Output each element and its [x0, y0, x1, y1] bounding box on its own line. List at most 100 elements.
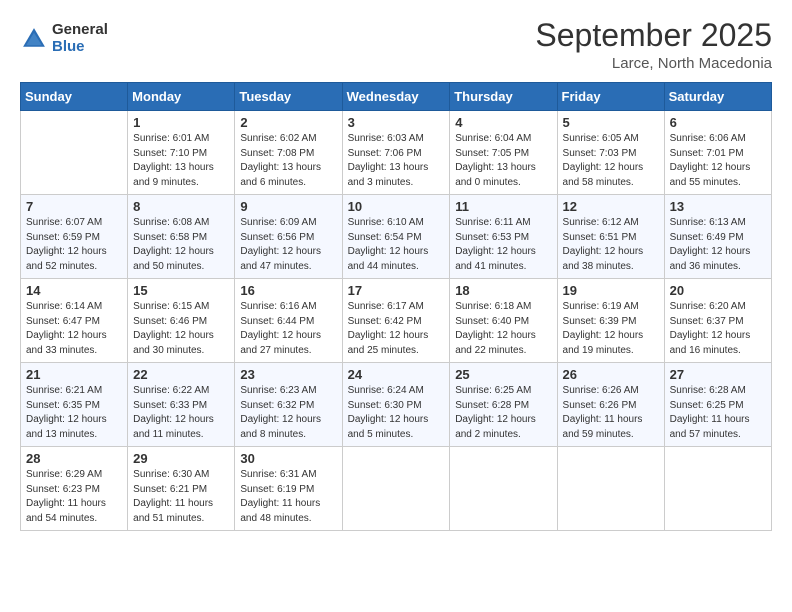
day-number: 13 [670, 199, 766, 214]
calendar-cell: 21 Sunrise: 6:21 AMSunset: 6:35 PMDayligh… [21, 363, 128, 447]
day-info: Sunrise: 6:17 AMSunset: 6:42 PMDaylight:… [348, 300, 445, 358]
day-info: Sunrise: 6:31 AMSunset: 6:19 PMDaylight:… [240, 468, 336, 526]
calendar-cell: 29 Sunrise: 6:30 AMSunset: 6:21 PMDayligh… [128, 447, 235, 531]
calendar-cell: 3 Sunrise: 6:03 AMSunset: 7:06 PMDaylight… [342, 111, 450, 195]
day-number: 12 [563, 199, 659, 214]
day-number: 4 [455, 115, 551, 130]
calendar-cell: 20 Sunrise: 6:20 AMSunset: 6:37 PMDayligh… [664, 279, 771, 363]
day-number: 2 [240, 115, 336, 130]
day-info: Sunrise: 6:16 AMSunset: 6:44 PMDaylight:… [240, 300, 336, 358]
logo: General Blue [20, 22, 108, 55]
day-info: Sunrise: 6:10 AMSunset: 6:54 PMDaylight:… [348, 216, 445, 274]
day-info: Sunrise: 6:21 AMSunset: 6:35 PMDaylight:… [26, 384, 122, 442]
day-info: Sunrise: 6:14 AMSunset: 6:47 PMDaylight:… [26, 300, 122, 358]
calendar-cell: 24Sunrise: 6:24 AMSunset: 6:30 PMDayligh… [342, 363, 450, 447]
day-info: Sunrise: 6:23 AMSunset: 6:32 PMDaylight:… [240, 384, 336, 442]
calendar-cell: 19 Sunrise: 6:19 AMSunset: 6:39 PMDayligh… [557, 279, 664, 363]
calendar-cell: 22 Sunrise: 6:22 AMSunset: 6:33 PMDayligh… [128, 363, 235, 447]
day-number: 28 [26, 451, 122, 466]
calendar-cell: 8Sunrise: 6:08 AMSunset: 6:58 PMDaylight… [128, 195, 235, 279]
calendar-cell: 23 Sunrise: 6:23 AMSunset: 6:32 PMDayligh… [235, 363, 342, 447]
day-info: Sunrise: 6:26 AMSunset: 6:26 PMDaylight:… [563, 384, 659, 442]
day-number: 5 [563, 115, 659, 130]
day-info: Sunrise: 6:01 AMSunset: 7:10 PMDaylight:… [133, 132, 229, 190]
day-number: 15 [133, 283, 229, 298]
logo-general-text: General [52, 22, 108, 39]
day-info: Sunrise: 6:19 AMSunset: 6:39 PMDaylight:… [563, 300, 659, 358]
calendar-cell [21, 111, 128, 195]
day-number: 21 [26, 367, 122, 382]
calendar-cell: 26 Sunrise: 6:26 AMSunset: 6:26 PMDayligh… [557, 363, 664, 447]
day-info: Sunrise: 6:11 AMSunset: 6:53 PMDaylight:… [455, 216, 551, 274]
day-number: 23 [240, 367, 336, 382]
header: General Blue September 2025 Larce, North… [20, 18, 772, 72]
th-sunday: Sunday [21, 83, 128, 111]
day-info: Sunrise: 6:15 AMSunset: 6:46 PMDaylight:… [133, 300, 229, 358]
day-number: 30 [240, 451, 336, 466]
day-info: Sunrise: 6:13 AMSunset: 6:49 PMDaylight:… [670, 216, 766, 274]
day-number: 16 [240, 283, 336, 298]
day-number: 8 [133, 199, 229, 214]
day-info: Sunrise: 6:18 AMSunset: 6:40 PMDaylight:… [455, 300, 551, 358]
day-info: Sunrise: 6:02 AMSunset: 7:08 PMDaylight:… [240, 132, 336, 190]
calendar-cell: 9Sunrise: 6:09 AMSunset: 6:56 PMDaylight… [235, 195, 342, 279]
day-info: Sunrise: 6:20 AMSunset: 6:37 PMDaylight:… [670, 300, 766, 358]
calendar-cell: 4 Sunrise: 6:04 AMSunset: 7:05 PMDaylight… [450, 111, 557, 195]
calendar-week-row: 28 Sunrise: 6:29 AMSunset: 6:23 PMDayligh… [21, 447, 772, 531]
day-number: 18 [455, 283, 551, 298]
calendar-cell [557, 447, 664, 531]
day-info: Sunrise: 6:25 AMSunset: 6:28 PMDaylight:… [455, 384, 551, 442]
th-wednesday: Wednesday [342, 83, 450, 111]
month-title: September 2025 [535, 18, 772, 53]
th-saturday: Saturday [664, 83, 771, 111]
calendar-cell: 30 Sunrise: 6:31 AMSunset: 6:19 PMDayligh… [235, 447, 342, 531]
calendar-cell [450, 447, 557, 531]
calendar-week-row: 21 Sunrise: 6:21 AMSunset: 6:35 PMDayligh… [21, 363, 772, 447]
calendar-cell: 10 Sunrise: 6:10 AMSunset: 6:54 PMDayligh… [342, 195, 450, 279]
day-number: 27 [670, 367, 766, 382]
th-tuesday: Tuesday [235, 83, 342, 111]
title-block: September 2025 Larce, North Macedonia [535, 18, 772, 72]
calendar-cell: 1Sunrise: 6:01 AMSunset: 7:10 PMDaylight… [128, 111, 235, 195]
calendar-cell: 27Sunrise: 6:28 AMSunset: 6:25 PMDayligh… [664, 363, 771, 447]
logo-blue-text: Blue [52, 39, 108, 56]
day-info: Sunrise: 6:04 AMSunset: 7:05 PMDaylight:… [455, 132, 551, 190]
day-number: 25 [455, 367, 551, 382]
day-number: 14 [26, 283, 122, 298]
location-title: Larce, North Macedonia [535, 55, 772, 72]
calendar-cell: 15 Sunrise: 6:15 AMSunset: 6:46 PMDayligh… [128, 279, 235, 363]
day-number: 20 [670, 283, 766, 298]
th-monday: Monday [128, 83, 235, 111]
calendar-cell: 17 Sunrise: 6:17 AMSunset: 6:42 PMDayligh… [342, 279, 450, 363]
day-info: Sunrise: 6:12 AMSunset: 6:51 PMDaylight:… [563, 216, 659, 274]
calendar-cell: 28 Sunrise: 6:29 AMSunset: 6:23 PMDayligh… [21, 447, 128, 531]
day-number: 22 [133, 367, 229, 382]
day-number: 10 [348, 199, 445, 214]
day-number: 19 [563, 283, 659, 298]
day-number: 3 [348, 115, 445, 130]
day-number: 26 [563, 367, 659, 382]
day-info: Sunrise: 6:30 AMSunset: 6:21 PMDaylight:… [133, 468, 229, 526]
calendar-cell: 14 Sunrise: 6:14 AMSunset: 6:47 PMDayligh… [21, 279, 128, 363]
calendar-cell: 2 Sunrise: 6:02 AMSunset: 7:08 PMDaylight… [235, 111, 342, 195]
day-info: Sunrise: 6:22 AMSunset: 6:33 PMDaylight:… [133, 384, 229, 442]
th-thursday: Thursday [450, 83, 557, 111]
calendar-cell: 16 Sunrise: 6:16 AMSunset: 6:44 PMDayligh… [235, 279, 342, 363]
day-number: 9 [240, 199, 336, 214]
day-info: Sunrise: 6:06 AMSunset: 7:01 PMDaylight:… [670, 132, 766, 190]
calendar-cell: 18 Sunrise: 6:18 AMSunset: 6:40 PMDayligh… [450, 279, 557, 363]
day-number: 6 [670, 115, 766, 130]
day-info: Sunrise: 6:03 AMSunset: 7:06 PMDaylight:… [348, 132, 445, 190]
day-info: Sunrise: 6:05 AMSunset: 7:03 PMDaylight:… [563, 132, 659, 190]
calendar-cell: 5 Sunrise: 6:05 AMSunset: 7:03 PMDaylight… [557, 111, 664, 195]
calendar-cell [664, 447, 771, 531]
day-number: 17 [348, 283, 445, 298]
logo-text: General Blue [52, 22, 108, 55]
day-number: 11 [455, 199, 551, 214]
day-info: Sunrise: 6:24 AMSunset: 6:30 PMDaylight:… [348, 384, 445, 442]
calendar-cell [342, 447, 450, 531]
day-info: Sunrise: 6:29 AMSunset: 6:23 PMDaylight:… [26, 468, 122, 526]
weekday-header-row: Sunday Monday Tuesday Wednesday Thursday… [21, 83, 772, 111]
page: General Blue September 2025 Larce, North… [0, 0, 792, 612]
day-number: 29 [133, 451, 229, 466]
